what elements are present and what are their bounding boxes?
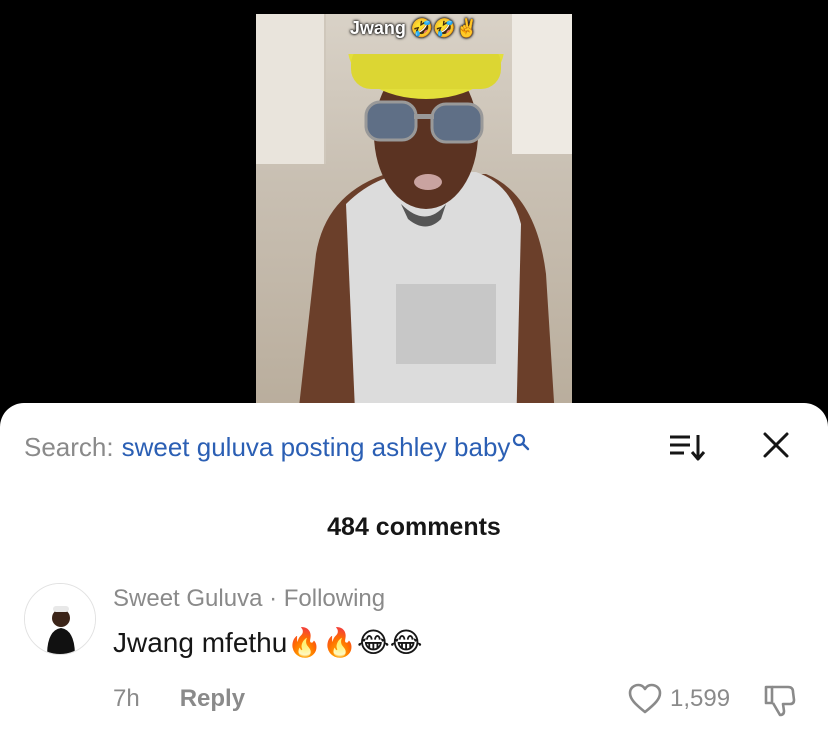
reply-button[interactable]: Reply: [180, 685, 245, 713]
sort-icon[interactable]: [668, 431, 706, 463]
like-button[interactable]: 1,599: [628, 683, 730, 715]
comment-separator: ·: [262, 585, 284, 612]
comment-author-line: Sweet Guluva · Following: [113, 585, 385, 613]
comment-count: 484 comments: [327, 513, 501, 541]
video-frame[interactable]: Jwang 🤣🤣✌️: [256, 14, 572, 414]
comment-author[interactable]: Sweet Guluva: [113, 585, 262, 612]
comment-time: 7h: [113, 685, 140, 712]
comments-sheet: Search: sweet guluva posting ashley baby…: [0, 403, 828, 735]
like-count: 1,599: [670, 685, 731, 712]
magnifier-icon: [512, 427, 530, 458]
thumbs-down-icon[interactable]: [762, 683, 798, 724]
search-suggestion-row[interactable]: Search: sweet guluva posting ashley baby: [24, 427, 530, 467]
close-icon[interactable]: [760, 429, 792, 461]
comment-meta: 7h Reply: [113, 685, 245, 713]
following-badge: Following: [283, 585, 386, 612]
video-person-figure: [298, 54, 555, 414]
avatar[interactable]: [24, 583, 96, 655]
comment-text: Jwang mfethu🔥🔥😂😂: [113, 627, 423, 658]
heart-icon: [628, 683, 662, 714]
video-caption: Jwang 🤣🤣✌️: [349, 18, 479, 38]
search-query-link[interactable]: sweet guluva posting ashley baby: [122, 432, 511, 463]
search-label: Search:: [24, 431, 114, 462]
